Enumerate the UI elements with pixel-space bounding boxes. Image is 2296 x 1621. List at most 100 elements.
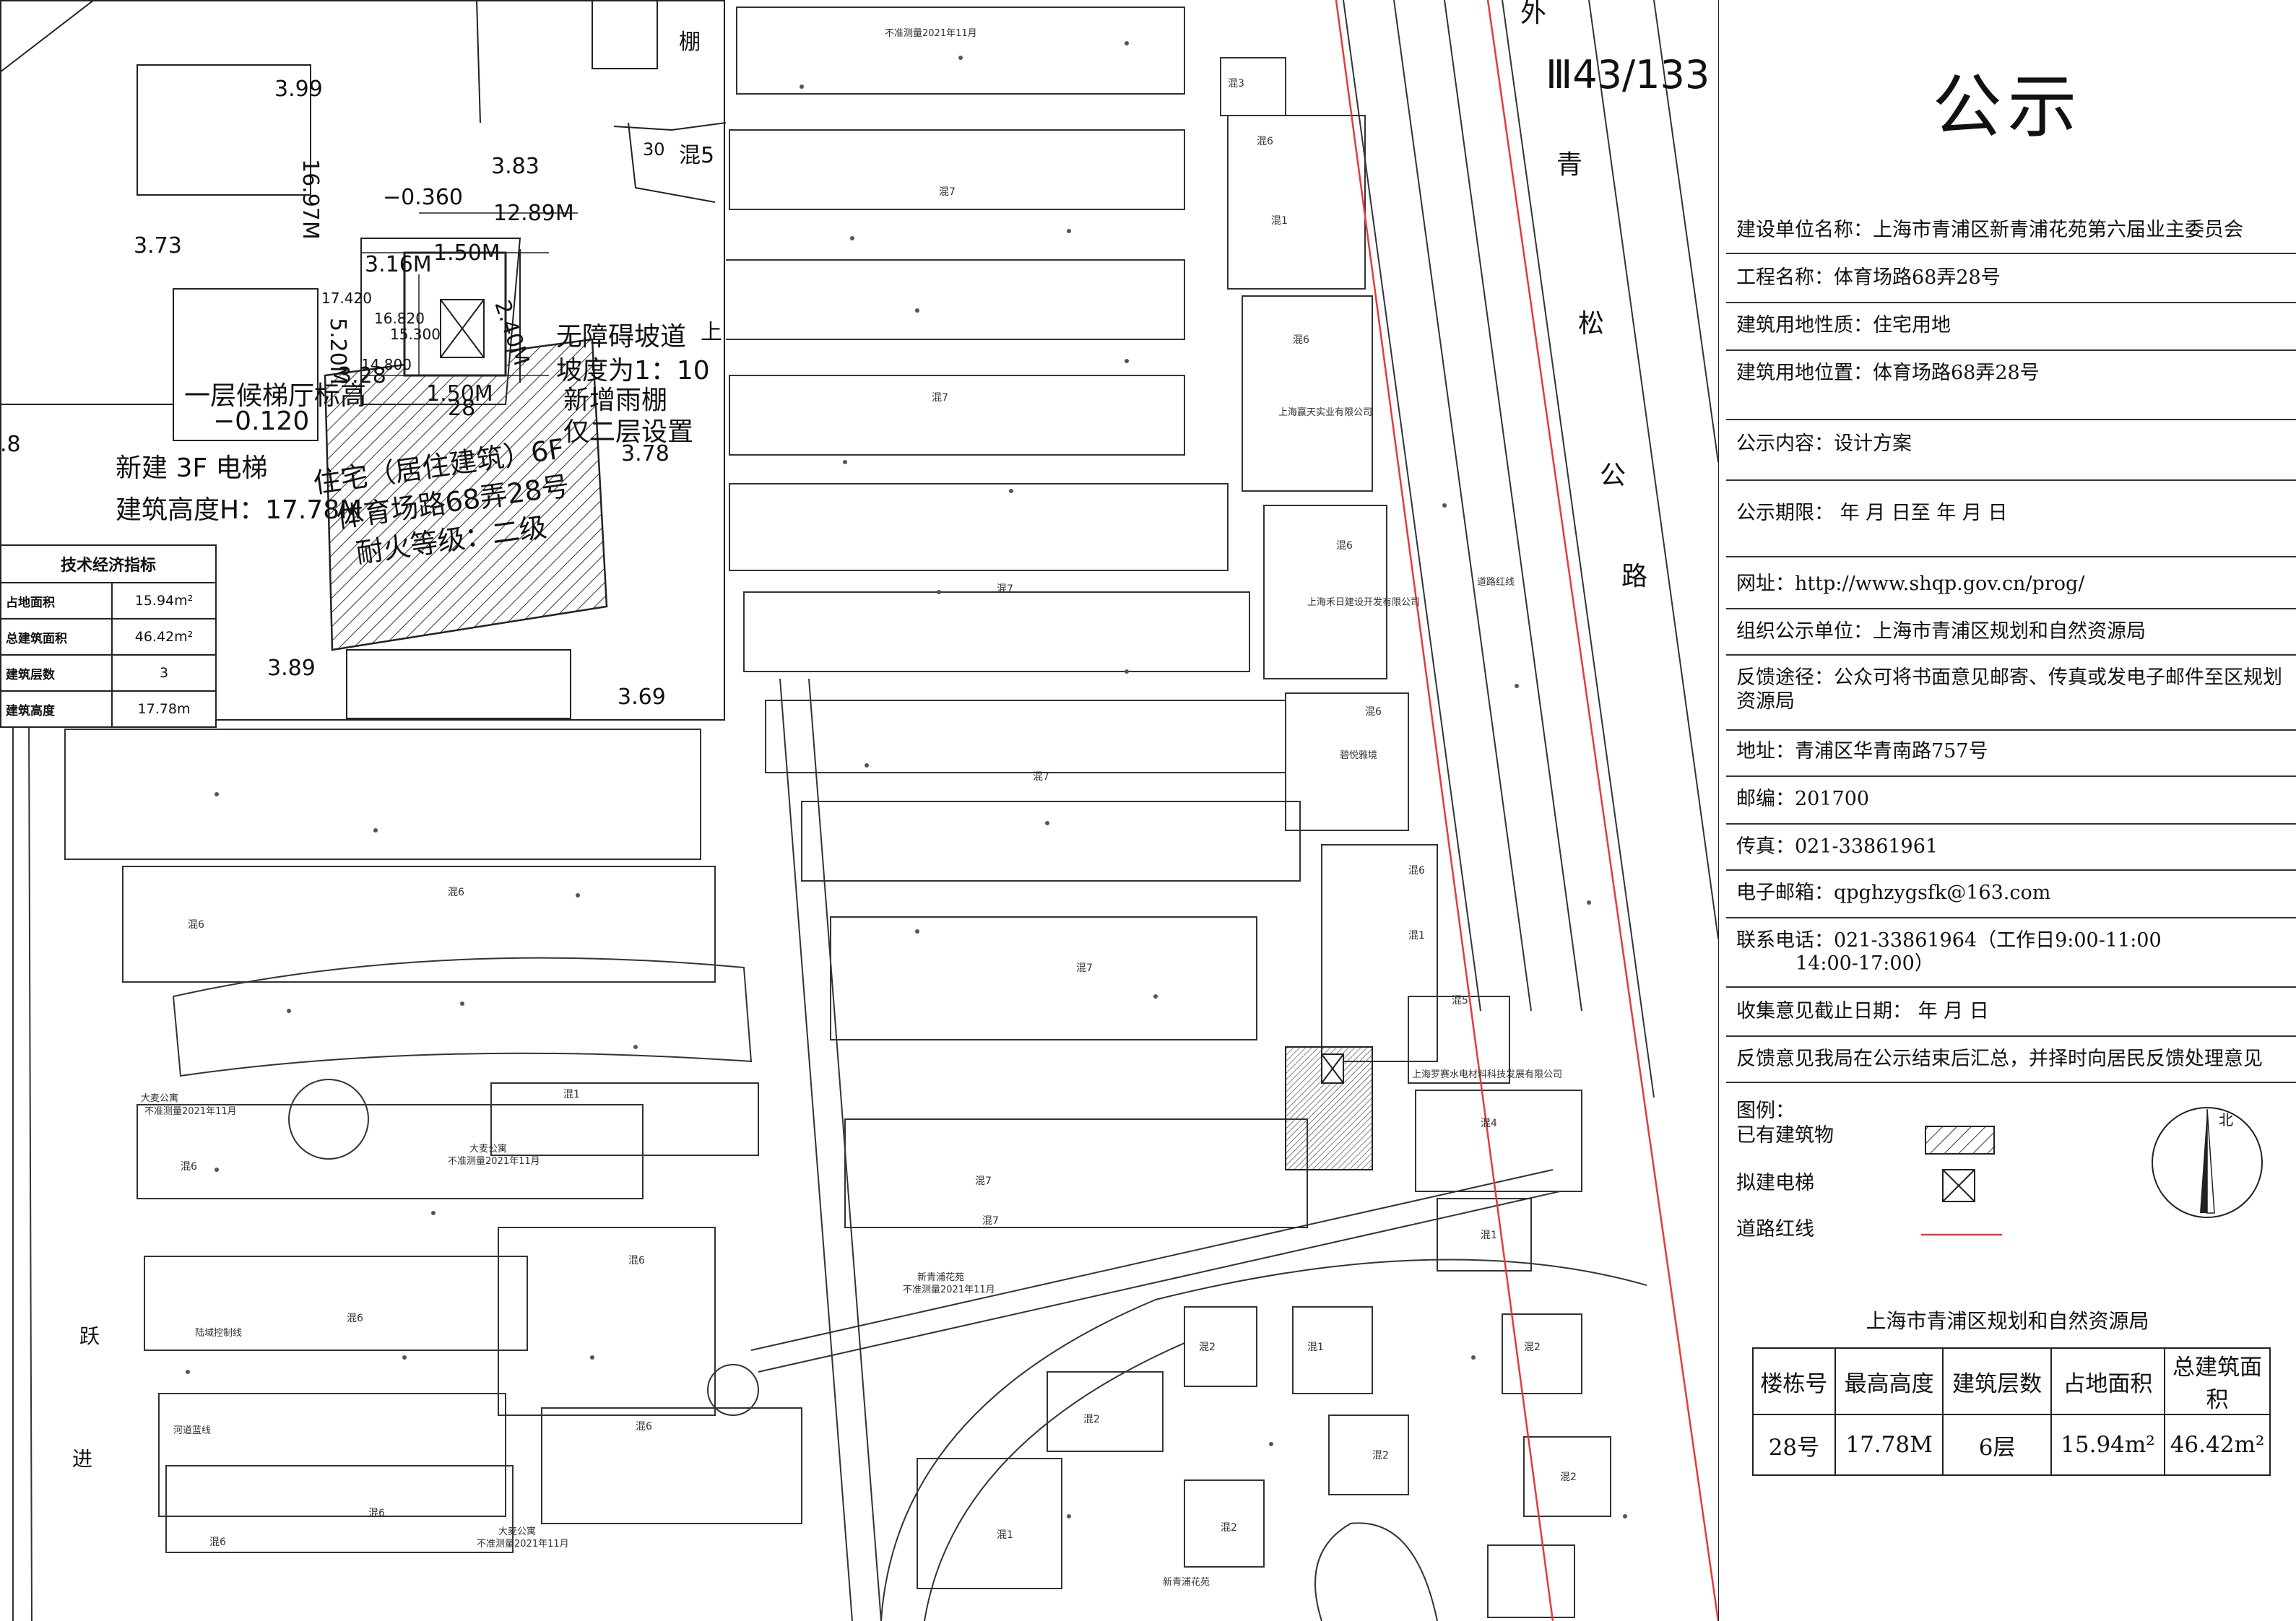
svg-text:跃: 跃 bbox=[79, 1324, 100, 1348]
svg-text:混5: 混5 bbox=[1452, 995, 1468, 1007]
ramp-label-2: 坡度为1：10 bbox=[556, 356, 710, 386]
legend-redline-label: 道路红线 bbox=[1736, 1218, 1814, 1240]
estate-name-1: 大麦公寓 bbox=[141, 1092, 178, 1104]
estate-name-4: 新青浦花苑 bbox=[1163, 1576, 1210, 1588]
company-label-2: 上海禾日建设开发有限公司 bbox=[1307, 596, 1420, 608]
svg-text:混1: 混1 bbox=[1271, 215, 1288, 227]
estate-name-6: 碧悦雅境 bbox=[1340, 750, 1377, 761]
svg-text:混6: 混6 bbox=[347, 1313, 363, 1324]
bureau-name: 上海市青浦区规划和自然资源局 bbox=[1866, 1309, 2149, 1333]
new-lift-height: 建筑高度H：17.78M bbox=[116, 495, 362, 525]
row-fax: 传真：021-33861961 bbox=[1736, 835, 1938, 858]
svg-text:混6: 混6 bbox=[448, 887, 464, 898]
north-arrow-icon: 北 bbox=[2152, 1107, 2263, 1218]
svg-text:混2: 混2 bbox=[1560, 1472, 1577, 1483]
row-phone-hours: 14:00-17:00） bbox=[1795, 952, 1934, 975]
svg-text:混6: 混6 bbox=[1257, 136, 1273, 147]
tech-key: 建筑层数 bbox=[0, 654, 113, 692]
new-lift-swatch bbox=[1942, 1169, 1975, 1202]
notice-title: 公示 bbox=[1932, 66, 2083, 147]
tech-key: 总建筑面积 bbox=[0, 618, 113, 656]
row-email: 电子邮箱：qpghzygsfk@163.com bbox=[1736, 882, 2051, 904]
summary-header: 建筑层数 bbox=[1942, 1347, 2052, 1415]
divider bbox=[1726, 986, 2296, 988]
svg-text:混1: 混1 bbox=[997, 1529, 1013, 1541]
row-organizer: 组织公示单位：上海市青浦区规划和自然资源局 bbox=[1736, 620, 2146, 643]
new-lift-label: 新建 3F 电梯 bbox=[116, 453, 268, 483]
ramp-label-3: 新增雨棚 bbox=[563, 386, 667, 415]
land-control-line-label: 陆域控制线 bbox=[195, 1327, 242, 1339]
summary-header: 总建筑面积 bbox=[2164, 1347, 2271, 1415]
divider bbox=[1726, 917, 2296, 918]
summary-header: 最高高度 bbox=[1834, 1347, 1944, 1415]
tech-value: 3 bbox=[111, 654, 217, 692]
divider bbox=[1726, 654, 2296, 656]
svg-text:混4: 混4 bbox=[1481, 1118, 1497, 1129]
row-feedback: 反馈途径：公众可将书面意见邮寄、传真或发电子邮件至区规划资源局 bbox=[1736, 666, 2282, 713]
svg-text:混6: 混6 bbox=[181, 1161, 197, 1173]
divider bbox=[1726, 775, 2296, 777]
svg-text:混2: 混2 bbox=[1199, 1342, 1216, 1353]
row-phone: 联系电话：021-33861964（工作日9:00-11:00 bbox=[1736, 929, 2162, 952]
svg-text:混6: 混6 bbox=[209, 1537, 226, 1548]
estate-name-2: 大麦公寓 bbox=[469, 1143, 507, 1155]
divider bbox=[1726, 419, 2296, 420]
lvl-16820: 16.820 bbox=[374, 310, 425, 327]
row-period: 公示期限： 年 月 日至 年 月 日 bbox=[1736, 502, 2008, 524]
dim-28: 28 bbox=[448, 396, 475, 421]
svg-text:混2: 混2 bbox=[1083, 1414, 1100, 1425]
svg-text:混7: 混7 bbox=[975, 1175, 992, 1187]
svg-text:青: 青 bbox=[1556, 150, 1582, 180]
summary-table: 楼栋号 最高高度 建筑层数 占地面积 总建筑面积 28号 17.78M 6层 1… bbox=[1752, 1347, 2271, 1476]
dim-1-50a: 1.50M bbox=[433, 240, 501, 266]
svg-text:混7: 混7 bbox=[1033, 771, 1049, 783]
estate-name-5: 新青浦花苑 bbox=[917, 1272, 964, 1283]
existing-building-swatch bbox=[1925, 1126, 1995, 1155]
row-deadline: 收集意见截止日期： 年 月 日 bbox=[1736, 1000, 1989, 1022]
summary-cell: 46.42m² bbox=[2164, 1414, 2271, 1476]
elev-3-69: 3.69 bbox=[618, 685, 666, 710]
svg-text:进: 进 bbox=[72, 1447, 92, 1471]
divider bbox=[1726, 479, 2296, 481]
company-label-3: 上海罗赛水电材料科技发展有限公司 bbox=[1412, 1069, 1562, 1080]
estate-name-3: 大麦公寓 bbox=[498, 1526, 536, 1537]
svg-text:混7: 混7 bbox=[997, 583, 1013, 595]
svg-text:混6: 混6 bbox=[1408, 865, 1425, 877]
mix5-label: 混5 bbox=[679, 143, 714, 168]
survey-note-3: 不准测量2021年11月 bbox=[448, 1156, 540, 1167]
svg-text:混6: 混6 bbox=[188, 919, 204, 931]
north-label: 北 bbox=[2219, 1111, 2233, 1129]
svg-text:混7: 混7 bbox=[932, 392, 948, 404]
divider bbox=[1726, 1035, 2296, 1037]
redline-label-map: 道路红线 bbox=[1477, 576, 1515, 588]
svg-text:混6: 混6 bbox=[1293, 334, 1309, 346]
row-land-use: 建筑用地性质：住宅用地 bbox=[1736, 314, 1951, 336]
lvl-15300: 15.300 bbox=[390, 326, 441, 343]
svg-text:混6: 混6 bbox=[1336, 540, 1353, 552]
summary-cell: 15.94m² bbox=[2050, 1414, 2166, 1476]
svg-text:混1: 混1 bbox=[563, 1089, 580, 1100]
svg-text:公: 公 bbox=[1600, 461, 1626, 490]
summary-header: 楼栋号 bbox=[1752, 1347, 1836, 1415]
svg-text:混1: 混1 bbox=[1307, 1342, 1324, 1353]
company-label-1: 上海赢天实业有限公司 bbox=[1278, 407, 1372, 418]
survey-note-5: 不准测量2021年11月 bbox=[903, 1285, 995, 1295]
svg-text:混3: 混3 bbox=[1228, 78, 1244, 90]
ramp-label-1: 无障碍坡道 bbox=[556, 322, 686, 352]
tech-key: 占地面积 bbox=[0, 582, 113, 620]
tech-value: 15.94m² bbox=[111, 582, 217, 620]
row-postcode: 邮编：201700 bbox=[1736, 788, 1870, 810]
divider bbox=[1726, 253, 2296, 254]
n30-label: 30 bbox=[643, 139, 665, 160]
svg-text:混6: 混6 bbox=[1365, 706, 1382, 718]
legend-existing-label: 已有建筑物 bbox=[1736, 1124, 1834, 1147]
elev-3-83: 3.83 bbox=[491, 154, 540, 179]
divider bbox=[1726, 302, 2296, 303]
svg-text:混6: 混6 bbox=[636, 1421, 652, 1433]
svg-text:路: 路 bbox=[1621, 562, 1647, 591]
ramp-label-4: 仅二层设置 bbox=[563, 417, 693, 447]
road-name-left: 跃 进 bbox=[72, 1324, 100, 1471]
level-neg-0360: −0.360 bbox=[383, 185, 463, 210]
row-content: 公示内容：设计方案 bbox=[1736, 433, 1912, 455]
road-redlines bbox=[1335, 0, 1718, 1621]
